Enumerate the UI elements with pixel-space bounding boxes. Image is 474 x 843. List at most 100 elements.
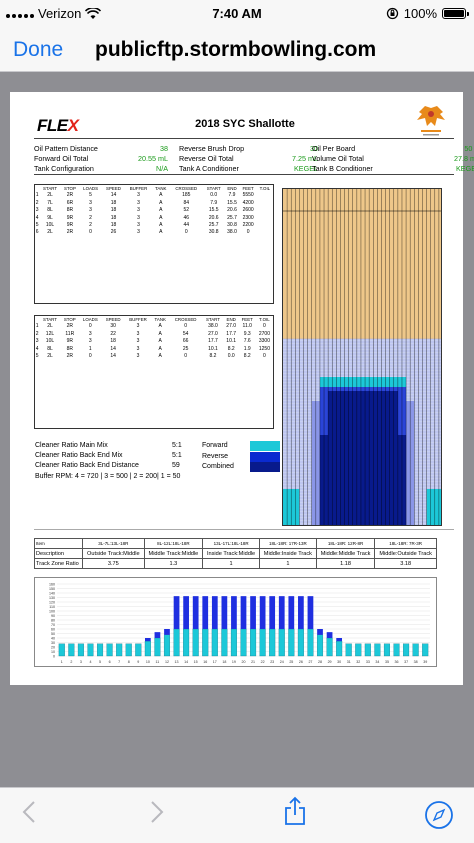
summary-divider: [34, 174, 454, 175]
reverse-bar: [183, 596, 189, 629]
page-url: publicftp.stormbowling.com: [95, 38, 377, 61]
table-row: 2 7L 6R 3 18 3 A 84 7.9 15.5 4200: [35, 200, 273, 207]
lane-oil-graph: [282, 188, 442, 526]
reverse-bar: [221, 596, 228, 629]
done-button[interactable]: Done: [13, 38, 63, 62]
forward-bar: [144, 641, 151, 657]
table-cell: 9.3: [243, 330, 251, 337]
table-cell: 0: [184, 353, 187, 360]
table-cell: 15.5: [208, 207, 219, 214]
track-row: Item 3L-7L:13L-18R 8L-12L:18L-18R 13L-17L:1…: [34, 538, 437, 549]
y-tick-label: 110: [49, 605, 55, 609]
table-cell: A: [159, 214, 163, 221]
table-header: END: [227, 186, 237, 191]
table-cell: A: [159, 199, 163, 206]
forward-bar: [326, 637, 333, 657]
track-cell: 3.18: [374, 558, 437, 569]
table-cell: 3: [89, 207, 92, 214]
table-row: 3 10L 9R 3 18 3 A 66 17.7 10.1 7.6 3300: [35, 338, 273, 345]
x-tick-label: 22: [261, 660, 265, 664]
table-header: END: [226, 317, 236, 322]
y-tick-label: 30: [51, 641, 55, 645]
table-cell: 10L: [45, 338, 55, 345]
orientation-lock-icon: [386, 7, 398, 20]
share-icon[interactable]: [284, 796, 306, 826]
reverse-bar: [326, 632, 333, 638]
table-cell: A: [159, 207, 163, 214]
reverse-bar: [164, 629, 170, 635]
x-tick-label: 33: [366, 660, 370, 664]
track-cell: Track Zone Ratio: [34, 558, 83, 569]
x-tick-label: 13: [175, 660, 179, 664]
x-tick-label: 27: [308, 660, 312, 664]
legend-label: Forward: [202, 442, 228, 449]
y-tick-label: 90: [51, 614, 55, 618]
reverse-bar: [307, 596, 314, 629]
forward-arrow-icon[interactable]: [150, 800, 164, 824]
table-cell: 18: [110, 222, 117, 229]
buffer-rpm: Buffer RPM: 4 = 720 | 3 = 500 | 2 = 200|…: [35, 472, 181, 480]
forward-bar: [211, 628, 218, 657]
track-cell: 1.3: [143, 558, 204, 569]
table-cell: 6R: [66, 199, 74, 206]
table-header: START: [205, 317, 220, 322]
x-tick-label: 28: [318, 660, 322, 664]
table-cell: A: [159, 192, 163, 199]
table-cell: 8L: [47, 345, 53, 352]
forward-load-table: START STOP LOADS SPEED BUFFER TANK CROSSED STAR…: [35, 185, 273, 237]
y-tick-label: 40: [51, 637, 55, 641]
table-cell: 25: [182, 345, 189, 352]
table-cell: 27.0: [226, 323, 237, 330]
table-cell: 3: [136, 345, 140, 352]
track-cell: 13L-17L:18L-18R: [202, 538, 260, 549]
table-header: LOADS: [83, 186, 99, 191]
x-tick-label: 14: [184, 660, 188, 664]
x-tick-label: 6: [109, 660, 111, 664]
table-cell: 11R: [65, 330, 75, 337]
table-cell: 30.8: [208, 229, 219, 236]
table-row: 4 9L 9R 2 18 3 A 46 20.6 25.7 2300: [35, 215, 273, 222]
reverse-bar: [192, 596, 199, 629]
x-tick-label: 37: [404, 660, 408, 664]
table-cell: 8.2: [209, 353, 217, 360]
table-cell: 17.7: [226, 330, 237, 337]
table-cell: 3: [136, 353, 140, 360]
compass-icon[interactable]: [424, 800, 454, 830]
table-cell: 0.0: [227, 353, 235, 360]
pattern-title: 2018 SYC Shallotte: [195, 118, 295, 130]
table-cell: 52: [183, 207, 190, 214]
legend-item: Reverse: [202, 451, 280, 463]
legend-swatch: [250, 462, 280, 473]
table-cell: 3: [89, 199, 92, 206]
forward-bar: [183, 628, 190, 657]
combined-zone-lower: [319, 435, 407, 525]
table-cell: 18: [110, 207, 117, 214]
table-cell: 3: [136, 330, 140, 337]
reverse-bar: [144, 638, 151, 642]
track-cell: 18L-18R: 17R-13R: [258, 538, 317, 549]
section-divider: [34, 529, 454, 530]
table-cell: 2R: [66, 323, 73, 330]
y-tick-label: 140: [49, 592, 55, 596]
forward-bar: [202, 628, 209, 657]
table-cell: 10L: [45, 222, 55, 229]
back-arrow-icon[interactable]: [22, 800, 36, 824]
reverse-bar: [231, 596, 237, 629]
table-row: 3 8L 8R 3 18 3 A 52 15.5 20.6 2600: [35, 207, 273, 214]
table-header: LOADS: [82, 317, 98, 322]
eagle-logo-icon: [417, 106, 445, 136]
oil-bar-chart: 0 10 20 30 40 50 60 70 80 90 100 110 120 130 140 150 160…: [34, 577, 437, 667]
table-header: STOP: [64, 186, 76, 191]
table-cell: 0: [184, 229, 188, 236]
cleaner-label: Cleaner Ratio Main Mix: [35, 442, 108, 449]
table-cell: 9R: [66, 338, 73, 345]
table-cell: 18: [110, 199, 117, 206]
table-cell: 18: [110, 338, 116, 345]
legend-label: Reverse: [202, 452, 229, 460]
track-row: Track Zone Ratio 3.75 1.3 1 1 1.18 3.18: [34, 558, 437, 569]
summary-label: Reverse Oil Total: [179, 154, 234, 163]
summary-value: KEGEL: [456, 164, 474, 173]
legend-label: Combined: [202, 463, 234, 471]
track-cell: 18L-18R: 7R-3R: [374, 538, 437, 549]
table-cell: A: [159, 222, 163, 229]
